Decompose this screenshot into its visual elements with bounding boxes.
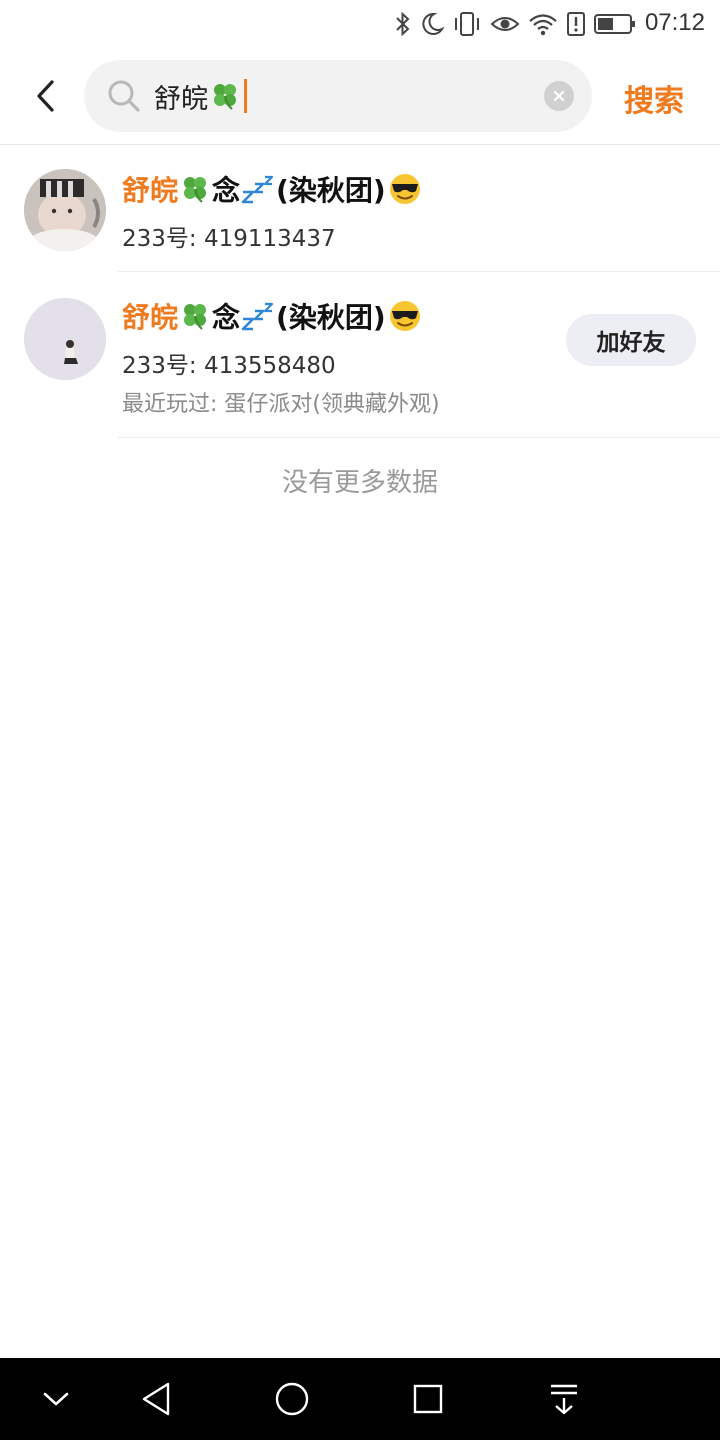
alert-icon	[567, 12, 585, 36]
download-icon	[551, 1384, 577, 1415]
chevron-down-icon	[43, 1392, 69, 1406]
vibrate-icon	[455, 12, 479, 36]
user-id: 233号: 419113437	[122, 226, 336, 252]
avatar-photo	[24, 298, 106, 380]
avatar[interactable]	[24, 169, 106, 251]
search-box[interactable]: 舒皖	[84, 60, 592, 132]
nav-download-button[interactable]	[542, 1377, 586, 1421]
name-rest: (染秋团)	[276, 174, 386, 207]
result-item[interactable]: 舒皖 念 (染秋团) 233号: 413558480 最近玩过: 蛋仔派对(领典…	[0, 272, 720, 438]
name-match-highlight: 舒皖	[122, 301, 179, 334]
status-icons	[394, 10, 636, 38]
system-nav-bar	[0, 1358, 720, 1440]
back-button[interactable]	[22, 72, 70, 120]
user-id: 233号: 413558480	[122, 353, 336, 379]
battery-icon	[594, 14, 635, 34]
add-friend-button[interactable]: 加好友	[566, 314, 696, 366]
four-leaf-clover-icon	[184, 177, 207, 203]
name-rest: (染秋团)	[276, 301, 386, 334]
search-header: 舒皖 搜索	[0, 48, 720, 145]
avatar-photo	[24, 169, 106, 251]
nav-back-button[interactable]	[134, 1377, 178, 1421]
clear-search-button[interactable]	[544, 81, 574, 111]
nav-collapse-button[interactable]	[34, 1377, 78, 1421]
name-middle: 念	[212, 301, 241, 334]
nav-recents-button[interactable]	[406, 1377, 450, 1421]
avatar[interactable]	[24, 298, 106, 380]
smiling-face-with-sunglasses-icon	[389, 174, 420, 204]
name-middle: 念	[212, 174, 241, 207]
four-leaf-clover-icon	[184, 304, 207, 330]
moon-icon	[422, 12, 444, 35]
search-submit-button[interactable]: 搜索	[624, 76, 684, 120]
divider	[118, 437, 720, 438]
close-icon	[553, 90, 565, 102]
name-match-highlight: 舒皖	[122, 174, 179, 207]
search-icon	[108, 80, 140, 112]
bluetooth-icon	[396, 11, 410, 37]
user-name: 舒皖 念 (染秋团)	[122, 169, 422, 209]
search-results-screen: 07:12 舒皖 搜索 舒皖 念 (染秋团) 233号: 419113437 舒…	[0, 0, 720, 1440]
status-bar: 07:12	[0, 0, 720, 48]
recents-square-icon	[413, 1384, 443, 1414]
user-name: 舒皖 念 (染秋团)	[122, 296, 422, 336]
wifi-icon	[529, 14, 557, 36]
zzz-icon	[241, 175, 274, 204]
text-cursor	[244, 79, 247, 113]
search-input-value: 舒皖	[154, 83, 208, 115]
status-time: 07:12	[644, 9, 705, 36]
search-input[interactable]: 舒皖	[154, 74, 247, 118]
recent-played: 最近玩过: 蛋仔派对(领典藏外观)	[122, 392, 440, 417]
nav-home-button[interactable]	[270, 1377, 314, 1421]
eye-icon	[490, 17, 520, 31]
four-leaf-clover-icon	[214, 84, 236, 110]
zzz-icon	[241, 302, 274, 331]
no-more-data-label: 没有更多数据	[281, 468, 438, 498]
result-item[interactable]: 舒皖 念 (染秋团) 233号: 419113437	[0, 145, 720, 272]
back-triangle-icon	[142, 1382, 170, 1416]
chevron-left-icon	[37, 80, 54, 112]
smiling-face-with-sunglasses-icon	[389, 301, 420, 331]
home-circle-icon	[275, 1382, 309, 1416]
